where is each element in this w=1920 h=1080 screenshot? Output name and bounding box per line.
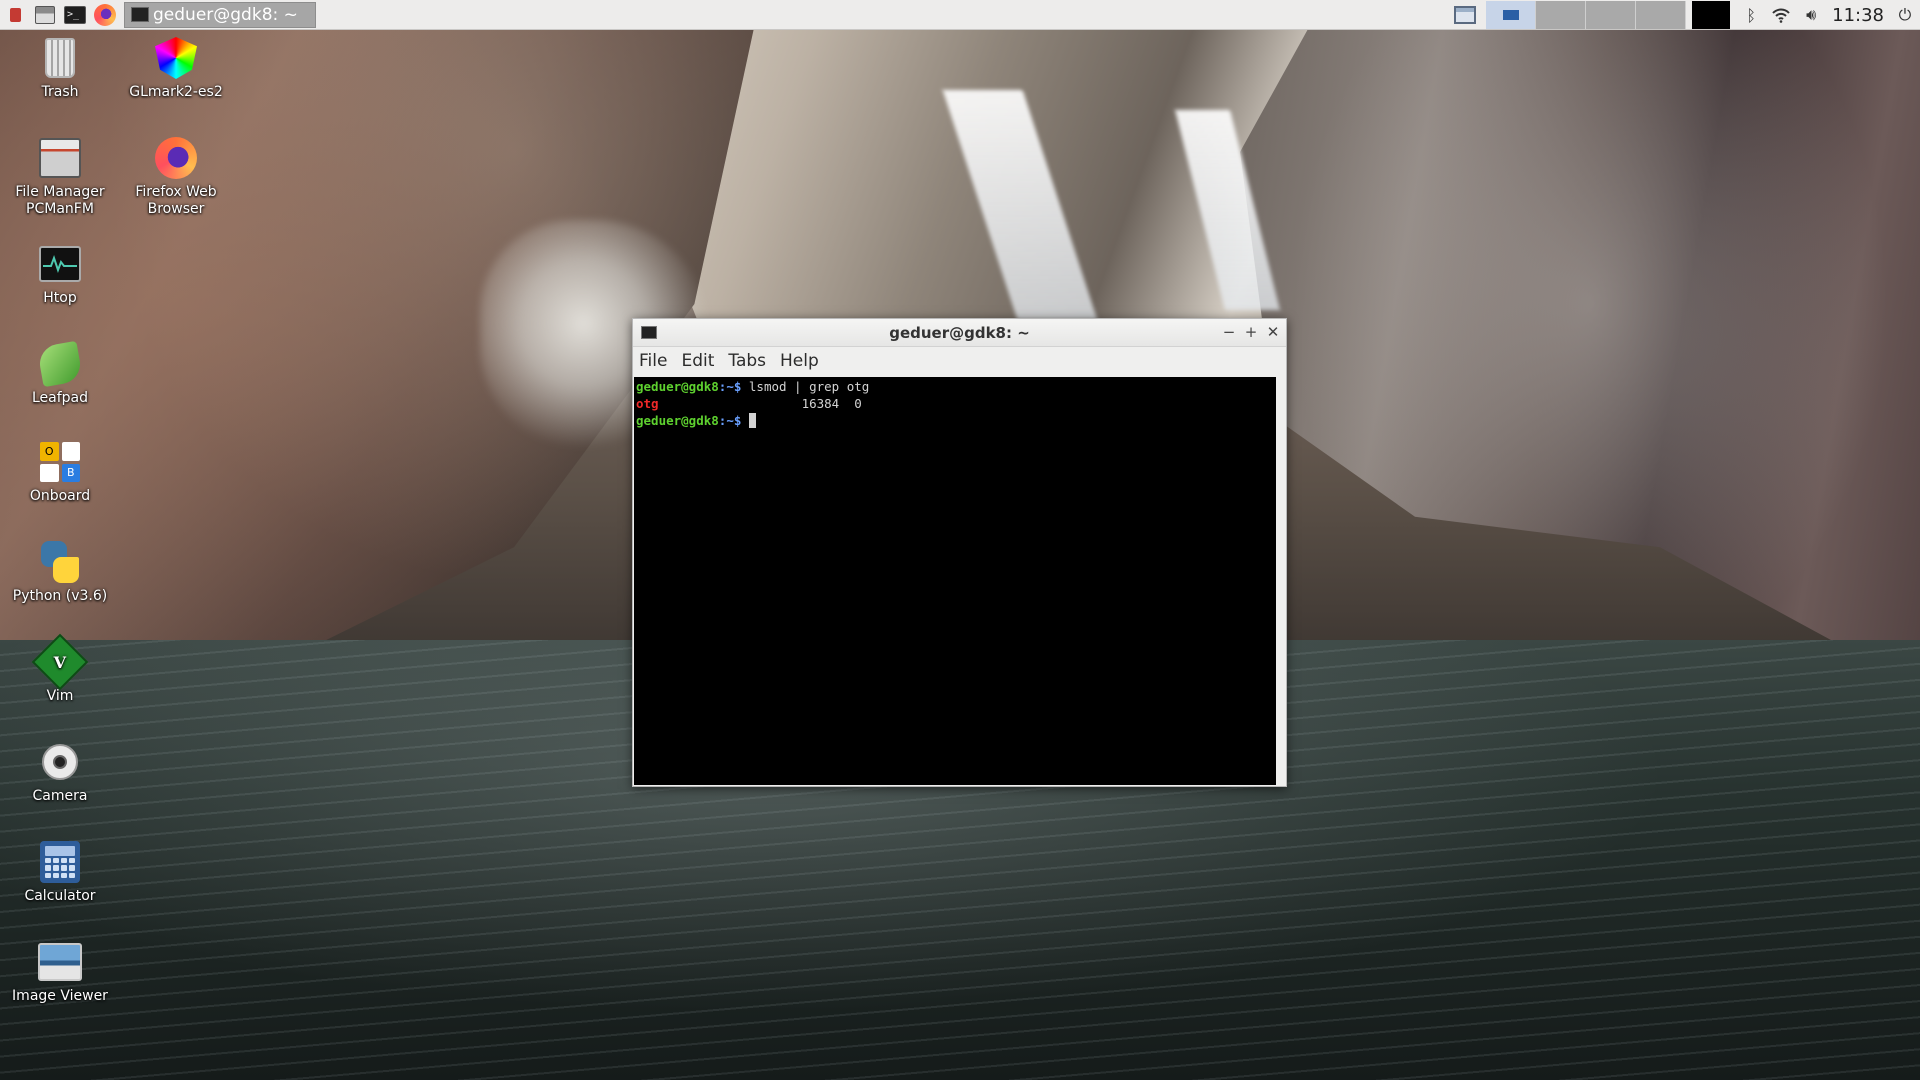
pager-window-thumbnail xyxy=(1502,10,1519,20)
prompt-user: geduer@gdk8 xyxy=(636,379,719,394)
terminal-window[interactable]: geduer@gdk8: ~ − + ✕ File Edit Tabs Help… xyxy=(632,318,1287,787)
onboard-key: B xyxy=(61,463,80,482)
prompt-path: :~$ xyxy=(718,413,742,428)
image-viewer-icon xyxy=(38,943,82,981)
start-menu-icon xyxy=(9,7,21,22)
desktop-icon-onboard[interactable]: O B Onboard xyxy=(5,440,115,505)
desktop-icon-label: Firefox Web Browser xyxy=(135,184,217,217)
desktop-icon-camera[interactable]: Camera xyxy=(5,740,115,805)
bluetooth-icon[interactable]: ᛒ xyxy=(1736,0,1766,30)
desktop-icon-label: Vim xyxy=(46,688,74,704)
taskbar-terminal-window[interactable]: geduer@gdk8: ~ xyxy=(124,1,316,28)
desktop-icon-label: Camera xyxy=(32,788,88,804)
onboard-key xyxy=(40,463,59,482)
window-controls: − + ✕ xyxy=(1222,323,1280,341)
top-panel: >_ geduer@gdk8: ~ ᛒ 🔊︎ 11:38 ⏻ xyxy=(0,0,1920,30)
menu-help[interactable]: Help xyxy=(780,351,819,371)
firefox-icon xyxy=(94,3,116,26)
desktop-icon-file-manager[interactable]: File Manager PCManFM xyxy=(5,136,115,218)
onboard-key: O xyxy=(40,442,59,461)
text-cursor xyxy=(748,413,756,428)
camera-icon xyxy=(42,744,78,780)
terminal-launcher[interactable]: >_ xyxy=(60,0,90,30)
file-manager-launcher[interactable] xyxy=(30,0,60,30)
menu-file[interactable]: File xyxy=(639,351,667,371)
window-list-button[interactable] xyxy=(1450,0,1480,30)
trash-icon xyxy=(45,38,75,78)
firefox-launcher[interactable] xyxy=(90,0,120,30)
taskbar-window-title: geduer@gdk8: ~ xyxy=(153,4,298,25)
desktop-icon-image-viewer[interactable]: Image Viewer xyxy=(5,940,115,1005)
onboard-key xyxy=(61,442,80,461)
desktop-icon-label: Onboard xyxy=(29,488,91,504)
close-button[interactable]: ✕ xyxy=(1266,323,1280,341)
menu-edit[interactable]: Edit xyxy=(681,351,714,371)
file-manager-icon xyxy=(39,138,81,178)
prompt-path: :~$ xyxy=(718,379,742,394)
terminal-scrollbar[interactable] xyxy=(1276,377,1285,785)
firefox-icon xyxy=(155,137,197,179)
menu-tabs[interactable]: Tabs xyxy=(728,351,766,371)
volume-icon[interactable]: 🔊︎ xyxy=(1796,0,1826,30)
desktop-icon-label: Python (v3.6) xyxy=(12,588,108,604)
desktop-icon-label: Calculator xyxy=(24,888,96,904)
windows-icon xyxy=(1454,6,1477,24)
desktop-icon-label: Leafpad xyxy=(31,390,89,406)
clock[interactable]: 11:38 xyxy=(1826,5,1890,26)
calculator-icon xyxy=(40,841,80,883)
wifi-icon[interactable] xyxy=(1766,0,1796,30)
terminal-line: otg 16384 0 xyxy=(636,395,1274,412)
desktop-icon-trash[interactable]: Trash xyxy=(5,36,115,101)
command-text: lsmod | grep otg xyxy=(741,379,870,394)
panel-tray: ᛒ 🔊︎ 11:38 ⏻ xyxy=(1450,0,1920,30)
cpu-monitor[interactable] xyxy=(1692,1,1731,29)
terminal-output[interactable]: geduer@gdk8:~$ lsmod | grep otg otg 16384… xyxy=(634,377,1276,785)
module-info: 16384 0 xyxy=(658,396,862,411)
terminal-line: geduer@gdk8:~$ lsmod | grep otg xyxy=(636,378,1274,395)
desktop-icon-calculator[interactable]: Calculator xyxy=(5,840,115,905)
desktop-icon-label: GLmark2-es2 xyxy=(129,84,223,100)
minimize-button[interactable]: − xyxy=(1222,323,1236,341)
vim-icon: V xyxy=(31,633,89,691)
prompt-user: geduer@gdk8 xyxy=(636,413,719,428)
desktop-pager xyxy=(1486,1,1687,29)
power-icon[interactable]: ⏻ xyxy=(1890,0,1920,30)
desktop-icon-htop[interactable]: Htop xyxy=(5,242,115,307)
htop-icon xyxy=(39,246,81,282)
glmark-icon xyxy=(155,37,197,79)
terminal-menubar: File Edit Tabs Help xyxy=(633,347,1286,375)
desktop-2[interactable] xyxy=(1536,1,1587,29)
desktop-icon-python[interactable]: Python (v3.6) xyxy=(5,540,115,605)
desktop-icon-vim[interactable]: V Vim xyxy=(5,633,115,705)
terminal-icon: >_ xyxy=(64,5,86,24)
htop-graph-glyph xyxy=(43,255,77,273)
desktop-icon-label: Trash xyxy=(41,84,79,100)
leafpad-icon xyxy=(36,340,84,388)
desktop-icon-label: Htop xyxy=(43,290,77,306)
desktop-4[interactable] xyxy=(1636,1,1687,29)
desktop-icon-label: File Manager PCManFM xyxy=(15,184,105,217)
terminal-line: geduer@gdk8:~$ xyxy=(636,412,1274,429)
module-name: otg xyxy=(636,396,659,411)
desktop-icon-glmark2[interactable]: GLmark2-es2 xyxy=(121,36,231,101)
start-menu-button[interactable] xyxy=(0,0,30,30)
desktop-icon-firefox[interactable]: Firefox Web Browser xyxy=(121,136,231,218)
file-manager-icon xyxy=(35,5,55,24)
desktop-icon-label: Image Viewer xyxy=(12,988,108,1004)
terminal-titlebar[interactable]: geduer@gdk8: ~ − + ✕ xyxy=(633,319,1286,347)
desktop-3[interactable] xyxy=(1586,1,1637,29)
onboard-icon: O B xyxy=(40,442,80,482)
terminal-icon xyxy=(131,7,149,22)
terminal-title: geduer@gdk8: ~ xyxy=(889,323,1030,342)
python-icon xyxy=(39,541,81,583)
wifi-icon-glyph xyxy=(1772,8,1790,23)
desktop-1[interactable] xyxy=(1486,1,1537,29)
desktop-icon-leafpad[interactable]: Leafpad xyxy=(5,340,115,407)
maximize-button[interactable]: + xyxy=(1244,323,1258,341)
